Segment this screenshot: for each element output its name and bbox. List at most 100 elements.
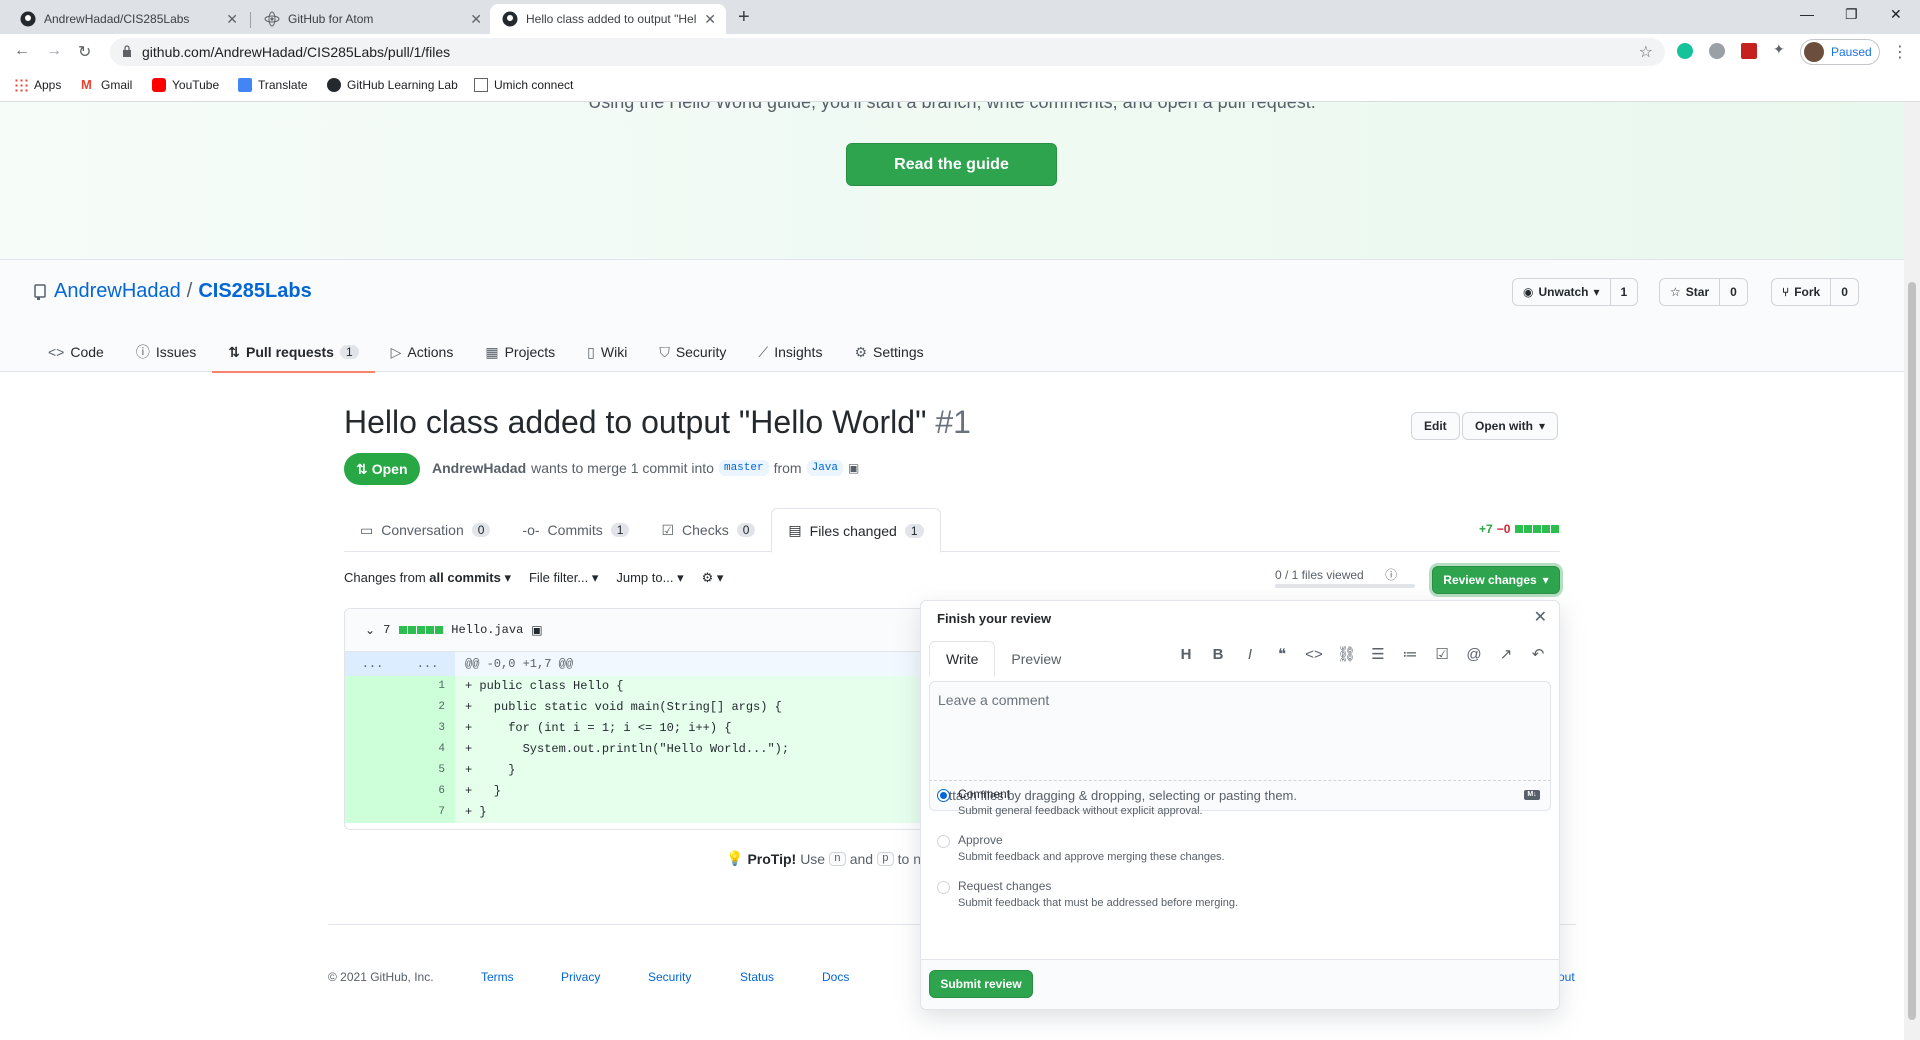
- nav-settings[interactable]: ⚙ Settings: [838, 332, 939, 372]
- footer-link-terms[interactable]: Terms: [481, 970, 514, 984]
- approve-radio[interactable]: [937, 835, 950, 848]
- fork-count[interactable]: 0: [1831, 279, 1858, 305]
- open-with-button[interactable]: Open with ▾: [1462, 412, 1559, 440]
- repo-owner-link[interactable]: AndrewHadad: [54, 280, 181, 303]
- nav-pull-requests[interactable]: ⇅ Pull requests 1: [212, 332, 375, 373]
- review-option-comment[interactable]: Comment Submit general feedback without e…: [937, 787, 1203, 817]
- footer-link-about[interactable]: out: [1558, 970, 1575, 984]
- chevron-down-icon[interactable]: ⌄: [365, 623, 375, 637]
- review-option-approve[interactable]: Approve Submit feedback and approve mergi…: [937, 833, 1225, 863]
- browser-tab-1[interactable]: AndrewHadad/CIS285Labs ✕: [8, 4, 248, 34]
- clipboard-icon[interactable]: ▣: [848, 461, 859, 475]
- unordered-list-icon[interactable]: ☰: [1369, 645, 1387, 663]
- browser-tab-3-active[interactable]: Hello class added to output "Hel ✕: [490, 4, 726, 34]
- scrollbar-thumb[interactable]: [1908, 282, 1916, 1020]
- nav-issues[interactable]: ⓘ Issues: [120, 332, 212, 372]
- new-tab-icon[interactable]: +: [738, 6, 750, 29]
- mention-icon[interactable]: @: [1465, 646, 1483, 663]
- reply-icon[interactable]: ↶: [1529, 645, 1547, 663]
- grammarly-icon[interactable]: [1677, 43, 1693, 59]
- old-line-number[interactable]: [345, 676, 400, 697]
- old-line-number[interactable]: [345, 781, 400, 802]
- new-line-number[interactable]: 3: [400, 718, 455, 739]
- new-line-number[interactable]: 7: [400, 802, 455, 823]
- bookmark-star-icon[interactable]: ☆: [1639, 42, 1653, 62]
- footer-link-privacy[interactable]: Privacy: [561, 970, 600, 984]
- bookmark-umich-connect[interactable]: Umich connect: [474, 78, 573, 92]
- fork-button[interactable]: ⑂ Fork: [1772, 279, 1832, 305]
- profile-button[interactable]: Paused: [1800, 39, 1880, 65]
- tab-preview[interactable]: Preview: [995, 641, 1077, 677]
- info-icon[interactable]: ⓘ: [1385, 568, 1397, 582]
- code-icon[interactable]: <>: [1305, 646, 1323, 663]
- bookmark-youtube[interactable]: YouTube: [152, 78, 219, 92]
- old-line-number[interactable]: [345, 802, 400, 823]
- old-line-number[interactable]: [345, 697, 400, 718]
- bookmark-apps[interactable]: Apps: [14, 78, 61, 92]
- review-comment-textarea[interactable]: Leave a comment: [929, 681, 1551, 781]
- review-changes-button[interactable]: Review changes ▾: [1432, 566, 1560, 594]
- request-changes-radio[interactable]: [937, 881, 950, 894]
- tab-files-changed[interactable]: ▤ Files changed 1: [771, 508, 941, 553]
- bold-icon[interactable]: B: [1209, 646, 1227, 663]
- base-branch[interactable]: master: [718, 460, 769, 476]
- close-icon[interactable]: ✕: [1534, 607, 1547, 627]
- pdf-icon[interactable]: [1741, 43, 1757, 59]
- footer-link-security[interactable]: Security: [648, 970, 691, 984]
- old-line-number[interactable]: [345, 739, 400, 760]
- nav-security[interactable]: ⛉ Security: [643, 332, 742, 372]
- jump-to-dropdown[interactable]: Jump to... ▾: [616, 570, 683, 586]
- nav-wiki[interactable]: ▯ Wiki: [571, 332, 643, 372]
- new-line-number[interactable]: 5: [400, 760, 455, 781]
- reload-icon[interactable]: ↻: [78, 42, 91, 62]
- close-icon[interactable]: ✕: [704, 11, 716, 28]
- watch-count[interactable]: 1: [1611, 279, 1638, 305]
- new-line-number[interactable]: 4: [400, 739, 455, 760]
- old-line-number[interactable]: [345, 718, 400, 739]
- page-scrollbar[interactable]: [1904, 102, 1920, 1040]
- tab-checks[interactable]: ☑ Checks 0: [645, 508, 771, 552]
- head-branch[interactable]: Java: [806, 460, 843, 476]
- link-icon[interactable]: ⛓: [1337, 645, 1356, 663]
- markdown-icon[interactable]: M↓: [1524, 790, 1540, 800]
- repo-name-link[interactable]: CIS285Labs: [198, 280, 311, 303]
- close-icon[interactable]: ✕: [470, 11, 482, 28]
- nav-actions[interactable]: ▷ Actions: [375, 332, 470, 372]
- new-line-number[interactable]: 2: [400, 697, 455, 718]
- cross-reference-icon[interactable]: ↗: [1497, 645, 1515, 663]
- quote-icon[interactable]: ❝: [1273, 645, 1291, 663]
- address-bar[interactable]: github.com/AndrewHadad/CIS285Labs/pull/1…: [110, 38, 1665, 66]
- nav-code[interactable]: <> Code: [32, 332, 120, 372]
- diff-settings-dropdown[interactable]: ⚙ ▾: [702, 570, 724, 586]
- nav-projects[interactable]: ▦ Projects: [469, 332, 571, 372]
- minimize-icon[interactable]: —: [1800, 6, 1814, 22]
- star-button[interactable]: ☆ Star: [1660, 279, 1721, 305]
- new-line-number[interactable]: 6: [400, 781, 455, 802]
- browser-tab-2[interactable]: GitHub for Atom ✕: [252, 4, 492, 34]
- bookmark-translate[interactable]: Translate: [238, 78, 308, 92]
- old-line-number[interactable]: [345, 760, 400, 781]
- nav-insights[interactable]: ⟋ Insights: [742, 332, 838, 372]
- forward-icon[interactable]: →: [46, 42, 62, 60]
- unwatch-button[interactable]: ◉ Unwatch ▾: [1513, 279, 1611, 305]
- pr-author-link[interactable]: AndrewHadad: [432, 460, 526, 476]
- expand-gutter[interactable]: ...: [345, 652, 400, 676]
- edit-title-button[interactable]: Edit: [1411, 412, 1460, 440]
- window-close-icon[interactable]: ✕: [1890, 6, 1902, 23]
- tab-write[interactable]: Write: [929, 641, 996, 677]
- file-name-link[interactable]: Hello.java: [451, 623, 523, 637]
- menu-kebab-icon[interactable]: ⋮: [1892, 42, 1908, 62]
- bookmark-gmail[interactable]: M Gmail: [81, 78, 132, 93]
- close-icon[interactable]: ✕: [226, 11, 238, 28]
- task-list-icon[interactable]: ☑: [1433, 645, 1451, 663]
- footer-link-docs[interactable]: Docs: [822, 970, 849, 984]
- italic-icon[interactable]: I: [1241, 646, 1259, 663]
- expand-gutter[interactable]: ...: [400, 652, 455, 676]
- changes-from-dropdown[interactable]: Changes from all commits ▾: [344, 570, 511, 586]
- tab-conversation[interactable]: ▭ Conversation 0: [344, 508, 506, 552]
- extension-icon[interactable]: [1709, 43, 1725, 59]
- star-count[interactable]: 0: [1720, 279, 1747, 305]
- comment-radio[interactable]: [937, 789, 950, 802]
- read-guide-button[interactable]: Read the guide: [846, 143, 1057, 186]
- restore-icon[interactable]: ❐: [1845, 6, 1858, 23]
